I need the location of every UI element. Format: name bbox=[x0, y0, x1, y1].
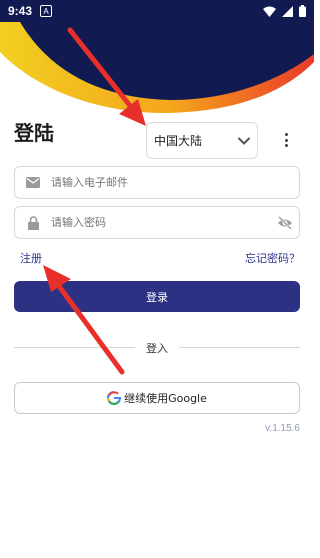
mail-icon bbox=[15, 177, 51, 188]
signal-icon bbox=[282, 5, 293, 17]
password-input[interactable] bbox=[51, 216, 251, 229]
page-title: 登陆 bbox=[14, 121, 54, 145]
more-options-icon[interactable] bbox=[279, 131, 293, 149]
chevron-down-icon bbox=[238, 137, 250, 145]
register-link[interactable]: 注册 bbox=[20, 250, 42, 266]
google-button-label: 继续使用Google bbox=[124, 392, 207, 405]
google-icon bbox=[107, 391, 122, 405]
lock-icon bbox=[15, 215, 51, 230]
wifi-icon bbox=[263, 6, 276, 17]
forgot-password-link[interactable]: 忘记密码？ bbox=[245, 250, 300, 266]
google-signin-button[interactable]: 继续使用Google bbox=[14, 382, 300, 414]
version-label: v.1.15.6 bbox=[265, 423, 300, 434]
notification-icon: A bbox=[40, 5, 53, 17]
region-select[interactable]: 中国大陆 bbox=[146, 122, 258, 159]
region-value: 中国大陆 bbox=[154, 134, 203, 148]
status-time: 9:43 bbox=[8, 4, 33, 18]
visibility-off-icon[interactable] bbox=[277, 215, 293, 235]
status-bar: 9:43 A bbox=[0, 0, 314, 22]
login-button[interactable]: 登录 bbox=[14, 281, 300, 312]
battery-icon bbox=[299, 5, 306, 17]
email-field[interactable] bbox=[14, 166, 300, 199]
email-input[interactable] bbox=[51, 176, 251, 189]
divider-label: 登入 bbox=[135, 340, 179, 356]
password-field[interactable] bbox=[14, 206, 300, 239]
